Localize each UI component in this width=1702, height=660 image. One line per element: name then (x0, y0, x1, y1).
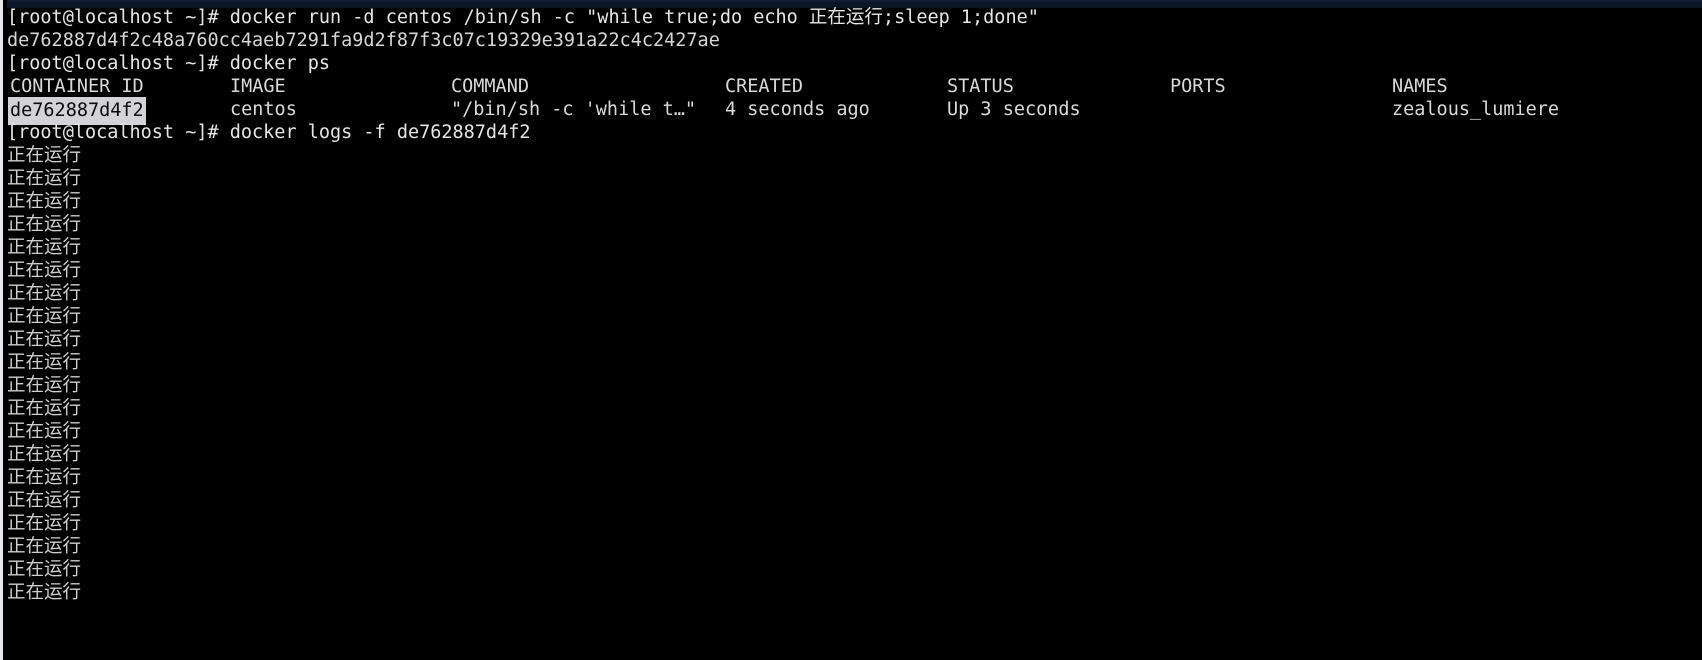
log-line: 正在运行 (7, 490, 82, 511)
log-line: 正在运行 (7, 283, 82, 304)
log-line: 正在运行 (7, 536, 82, 557)
log-line: 正在运行 (7, 582, 82, 603)
log-line: 正在运行 (7, 467, 82, 488)
column-header-status: STATUS (947, 76, 1014, 97)
log-line: 正在运行 (7, 214, 82, 235)
log-line: 正在运行 (7, 444, 82, 465)
cell-names: zealous_lumiere (1392, 99, 1560, 120)
log-line: 正在运行 (7, 191, 82, 212)
container-id-hash-output: de762887d4f2c48a760cc4aeb7291fa9d2f87f3c… (7, 30, 720, 51)
column-header-names: NAMES (1392, 76, 1448, 97)
window-left-border-inner (3, 0, 7, 660)
log-line: 正在运行 (7, 168, 82, 189)
cell-image: centos (230, 99, 297, 120)
log-line: 正在运行 (7, 145, 82, 166)
cell-command: "/bin/sh -c 'while t…" (451, 99, 697, 120)
column-header-ports: PORTS (1170, 76, 1226, 97)
log-line: 正在运行 (7, 559, 82, 580)
log-line: 正在运行 (7, 513, 82, 534)
terminal-window[interactable]: [root@localhost ~]# docker run -d centos… (0, 0, 1702, 660)
log-line: 正在运行 (7, 421, 82, 442)
cell-status: Up 3 seconds (947, 99, 1081, 120)
column-header-image: IMAGE (230, 76, 286, 97)
log-line: 正在运行 (7, 260, 82, 281)
terminal-screen[interactable]: [root@localhost ~]# docker run -d centos… (7, 6, 1702, 660)
log-line: 正在运行 (7, 237, 82, 258)
column-header-container-id: CONTAINER ID (10, 76, 144, 97)
log-line: 正在运行 (7, 398, 82, 419)
cell-created: 4 seconds ago (725, 99, 870, 120)
command-line-docker-ps: [root@localhost ~]# docker ps (7, 53, 331, 74)
log-line: 正在运行 (7, 306, 82, 327)
log-line: 正在运行 (7, 375, 82, 396)
log-line: 正在运行 (7, 329, 82, 350)
column-header-command: COMMAND (451, 76, 529, 97)
command-line-docker-logs: [root@localhost ~]# docker logs -f de762… (7, 122, 531, 143)
command-line-docker-run: [root@localhost ~]# docker run -d centos… (7, 7, 1039, 28)
column-header-created: CREATED (725, 76, 803, 97)
log-line: 正在运行 (7, 352, 82, 373)
